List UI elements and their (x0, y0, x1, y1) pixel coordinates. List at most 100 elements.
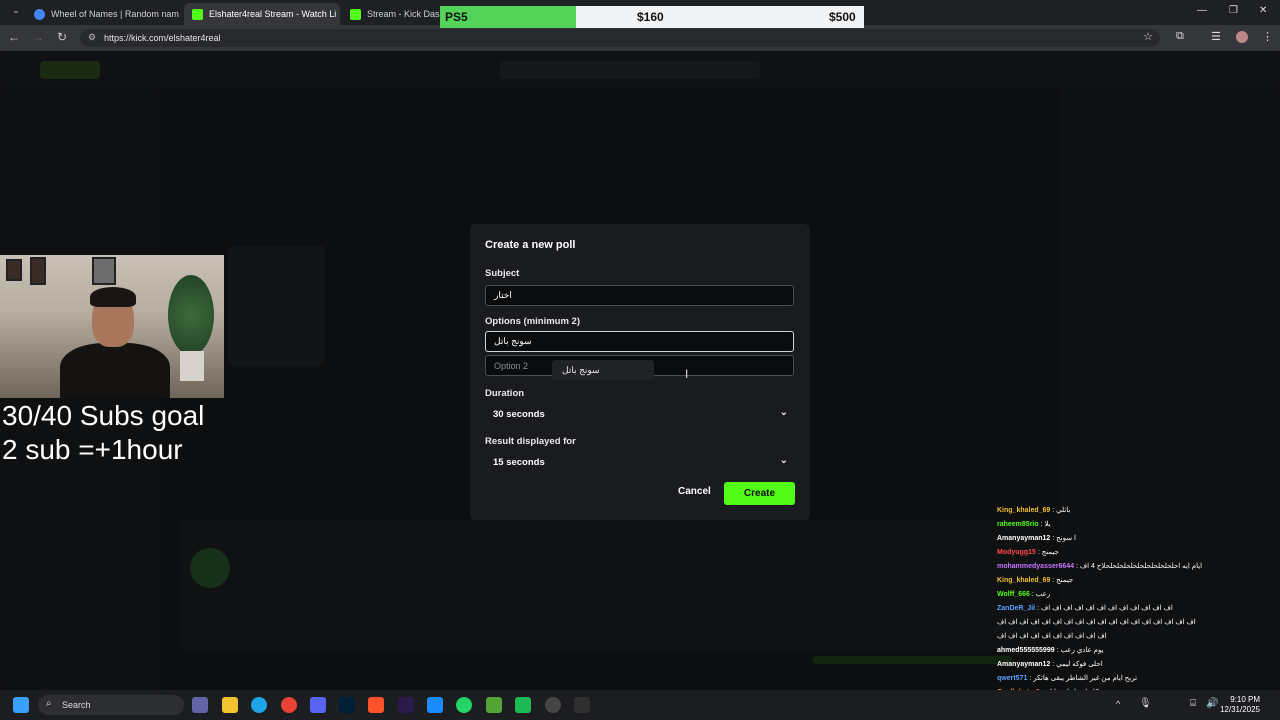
plant (168, 275, 214, 355)
url-text: https://kick.com/elshater4real (104, 33, 221, 43)
kick-favicon-icon (350, 8, 361, 20)
chat-username[interactable]: ZanDeR_Jil (997, 605, 1037, 612)
text-cursor-icon: I (685, 367, 689, 381)
kick-logo (40, 61, 100, 79)
minecraft-icon[interactable] (486, 697, 502, 713)
reload-icon[interactable]: ↻ (50, 30, 74, 44)
microphone-icon[interactable]: 🎙 (1139, 698, 1152, 709)
tray-chevron-icon[interactable]: ^ (1116, 699, 1120, 709)
chevron-down-icon: ⌄ (779, 455, 788, 466)
chat-text: : جيمنج (1052, 577, 1074, 584)
capcut-icon[interactable] (427, 697, 443, 713)
chat-overlay: King_khaled_69 : باتلي raheem85rio : يلا A… (997, 504, 1280, 720)
chat-username[interactable]: Modyugg15 (997, 549, 1038, 556)
bookmark-star-icon[interactable]: ☆ (1143, 30, 1153, 43)
chat-message: qwert571 : تريح ايام من غير الشاطر يبقى … (997, 672, 1280, 686)
windows-start-icon[interactable] (13, 697, 29, 713)
chat-message: Amanyayman12 : ا سونج (997, 532, 1280, 546)
premiere-icon[interactable] (398, 697, 414, 713)
chat-username[interactable]: mohammedyasser6644 (997, 563, 1076, 570)
duration-select[interactable]: 30 seconds ⌄ (485, 404, 794, 424)
back-arrow-icon[interactable]: ← (2, 30, 26, 44)
extensions-icon[interactable]: ⧉ (1176, 30, 1184, 43)
streamer-body (60, 343, 170, 398)
chat-username[interactable]: Amanyayman12 (997, 535, 1052, 542)
maximize-icon[interactable]: ❐ (1229, 5, 1238, 16)
video-preview (228, 246, 325, 366)
photoshop-icon[interactable] (339, 697, 355, 713)
file-explorer-icon[interactable] (222, 697, 238, 713)
followers-goal-bar (812, 656, 1012, 664)
search-icon: ⌕ (46, 698, 52, 709)
subject-input[interactable]: اختار (485, 285, 794, 306)
chat-username[interactable]: qwert571 (997, 675, 1029, 682)
duration-label: Duration (485, 388, 525, 399)
option-1-input[interactable]: سونج باتل (485, 331, 794, 352)
tab-label: Elshater4real Stream - Watch Li (209, 9, 337, 19)
chat-username[interactable]: Wolff_666 (997, 591, 1032, 598)
autocomplete-suggestion[interactable]: سونج باتل (552, 360, 654, 380)
brave-icon[interactable] (368, 697, 384, 713)
system-clock[interactable]: 9:10 PM 12/31/2025 (1220, 695, 1260, 715)
chat-text: : اف اف اف اف اف اف اف اف اف اف اف اف (1037, 605, 1173, 612)
url-bar[interactable]: ⚙ https://kick.com/elshater4real (80, 29, 1160, 47)
obs-icon[interactable] (545, 697, 561, 713)
chat-message: mohammedyasser6644 : ايام ايه احلحلحلحلح… (997, 560, 1280, 574)
chat-message: اف اف اف اف اف اف اف اف اف اف (997, 630, 1280, 644)
volume-icon[interactable]: 🔊 (1206, 698, 1218, 709)
webcam-feed (0, 255, 224, 398)
network-icon[interactable]: ⌸ (1190, 698, 1196, 709)
clock-time: 9:10 PM (1230, 695, 1260, 704)
chat-username[interactable]: King_khaled_69 (997, 577, 1052, 584)
chat-message: King_khaled_69 : جيمنج (997, 574, 1280, 588)
chat-username[interactable]: Amanyayman12 (997, 661, 1052, 668)
tab-list-chevron-icon[interactable]: ⌄ (4, 5, 28, 16)
chat-text: اف اف اف اف اف اف اف اف اف اف اف اف اف ا… (997, 619, 1196, 626)
chat-text: : تريح ايام من غير الشاطر يبقى هاتكر (1029, 675, 1138, 682)
chat-text: : ا سونج (1052, 535, 1076, 542)
taskbar-search[interactable]: ⌕ Search (38, 695, 184, 715)
wall-frame (6, 259, 22, 281)
plant-pot (180, 351, 204, 381)
profile-avatar-icon[interactable] (1236, 31, 1248, 43)
create-button[interactable]: Create (724, 482, 795, 505)
chat-message: King_khaled_69 : باتلي (997, 504, 1280, 518)
option-1-value: سونج باتل (494, 336, 532, 346)
minimize-icon[interactable]: — (1197, 5, 1207, 16)
chat-text: : يلا (1040, 521, 1051, 528)
windows-taskbar: ⌕ Search ^ 🎙 ⌸ 🔊 9:10 PM 12/31/2025 (0, 690, 1280, 720)
chat-text: : احلى فوكه ليمي (1052, 661, 1103, 668)
chrome-favicon-icon (34, 8, 45, 20)
close-window-icon[interactable]: ✕ (1259, 5, 1267, 16)
menu-dots-icon[interactable]: ⋮ (1262, 30, 1273, 43)
screen: ⌄ Wheel of Names | Random nam ✕ Elshater… (0, 0, 1280, 720)
subject-value: اختار (494, 290, 512, 300)
chat-text: : باتلي (1052, 507, 1071, 514)
discord-icon[interactable] (310, 697, 326, 713)
chat-username[interactable]: King_khaled_69 (997, 507, 1052, 514)
app-icon[interactable] (515, 697, 531, 713)
donation-goal-bar: PS5 $160 $500 (440, 6, 864, 28)
cancel-button[interactable]: Cancel (678, 486, 711, 497)
sub-rule-text: 2 sub =+1hour (2, 434, 183, 465)
edge-icon[interactable] (251, 697, 267, 713)
chat-message: ZanDeR_Jil : اف اف اف اف اف اف اف اف اف … (997, 602, 1280, 616)
tab-search-icon[interactable]: ☰ (1211, 30, 1221, 43)
forward-arrow-icon[interactable]: → (26, 30, 50, 44)
teams-icon[interactable] (192, 697, 208, 713)
chat-text: اف اف اف اف اف اف اف اف اف اف (997, 633, 1107, 640)
chat-message: Wolff_666 : رعب (997, 588, 1280, 602)
epic-games-icon[interactable] (574, 697, 590, 713)
tab-wheel-of-names[interactable]: Wheel of Names | Random nam ✕ (26, 3, 182, 25)
chat-message: raheem85rio : يلا (997, 518, 1280, 532)
chat-username[interactable]: raheem85rio (997, 521, 1041, 528)
result-select[interactable]: 15 seconds ⌄ (485, 452, 794, 472)
chrome-icon[interactable] (281, 697, 297, 713)
clock-date: 12/31/2025 (1219, 705, 1260, 714)
site-info-icon[interactable]: ⚙ (88, 32, 96, 43)
goal-current: $160 (637, 10, 664, 24)
tab-kick-dashboard[interactable]: Stream - Kick Dashbo (342, 3, 442, 25)
whatsapp-icon[interactable] (456, 697, 472, 713)
tab-kick-stream[interactable]: Elshater4real Stream - Watch Li ✕ (184, 3, 340, 25)
chat-username[interactable]: ahmed555555999 (997, 647, 1057, 654)
